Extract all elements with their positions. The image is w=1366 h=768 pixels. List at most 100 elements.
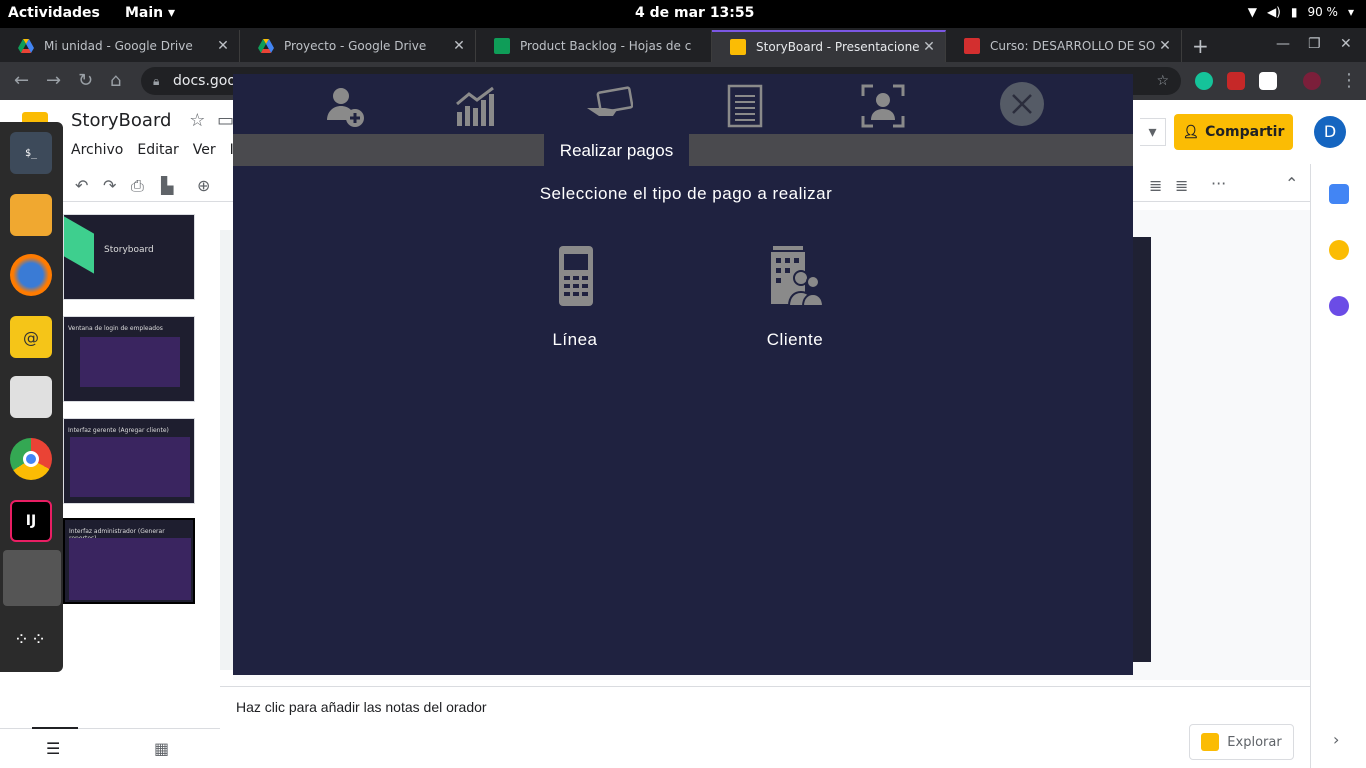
slide-thumbnail[interactable]: Interfaz gerente (Agregar cliente) (63, 418, 195, 504)
close-icon[interactable]: ✕ (919, 39, 939, 55)
share-button[interactable]: 👤︎ Compartir (1174, 114, 1293, 150)
google-drive-icon (258, 38, 274, 54)
tab-label: Proyecto - Google Drive (284, 39, 427, 53)
list-view-icon[interactable]: ☰ (46, 739, 60, 758)
software-store-icon[interactable] (10, 376, 52, 418)
explore-label: Explorar (1227, 734, 1282, 750)
chevron-down-icon: ▾ (168, 5, 176, 21)
show-apps-icon[interactable]: ⁘⁘ (10, 618, 52, 660)
new-tab-button[interactable]: + (1192, 34, 1209, 58)
forward-icon[interactable]: → (46, 70, 61, 91)
document-title-text: StoryBoard (71, 110, 172, 131)
close-window-icon[interactable]: ✕ (1340, 36, 1352, 52)
avatar[interactable]: D (1314, 116, 1346, 148)
star-icon[interactable]: ☆ (189, 110, 205, 131)
volume-icon: ◀) (1266, 5, 1281, 19)
app-menu[interactable]: Main ▾ (125, 5, 175, 21)
mobile-phone-icon (559, 246, 593, 306)
reload-icon[interactable]: ↻ (78, 70, 93, 91)
chevron-down-icon: ▾ (1347, 5, 1354, 19)
mail-icon[interactable]: @ (10, 316, 52, 358)
zoom-icon[interactable]: ⊕ (197, 176, 210, 195)
tab-product-backlog[interactable]: Product Backlog - Hojas de c (476, 30, 712, 62)
maximize-icon[interactable]: ❐ (1308, 36, 1321, 52)
grammarly-icon[interactable] (1195, 72, 1213, 90)
filmstrip-view-toggle: ☰ ▦ (0, 727, 220, 768)
cloud-extension-icon[interactable] (1259, 72, 1277, 90)
payment-option-cliente[interactable]: Cliente (735, 244, 855, 350)
activities-button[interactable]: Actividades (8, 5, 100, 21)
keep-icon[interactable] (1329, 240, 1349, 260)
speaker-notes[interactable]: Haz clic para añadir las notas del orado… (236, 699, 487, 715)
calendar-icon[interactable] (1329, 184, 1349, 204)
indent-increase-icon[interactable]: ≣ (1175, 176, 1188, 195)
google-sheets-icon (494, 38, 510, 54)
thumbnail-body (69, 538, 191, 600)
people-icon: 👤︎ (1182, 124, 1200, 140)
tab-label: Mi unidad - Google Drive (44, 39, 193, 53)
print-icon[interactable]: ⎙ (131, 176, 144, 196)
minimize-icon[interactable]: — (1276, 36, 1290, 52)
close-icon[interactable]: ✕ (1155, 38, 1175, 54)
more-horiz-icon[interactable]: ··· (1211, 174, 1226, 193)
profile-icon[interactable] (1303, 72, 1321, 90)
menu-archivo[interactable]: Archivo (71, 142, 123, 158)
slide-edge (1133, 237, 1151, 662)
payment-option-linea[interactable]: Línea (515, 244, 635, 350)
tab-realizar-pagos[interactable]: Realizar pagos (544, 134, 689, 166)
chrome-icon[interactable] (10, 438, 52, 480)
chart-growth-icon[interactable] (453, 82, 501, 130)
document-title[interactable]: StoryBoard ☆ ▭ (71, 110, 234, 131)
chevron-up-icon[interactable]: ⌃ (1285, 174, 1298, 193)
terminal-icon[interactable]: $_ (10, 132, 52, 174)
running-app-icon[interactable] (3, 550, 61, 606)
clock[interactable]: 4 de mar 13:55 (635, 5, 754, 21)
card-payment-icon[interactable] (585, 82, 633, 130)
receipt-icon[interactable] (721, 82, 769, 130)
close-button[interactable] (1000, 82, 1044, 126)
intellij-icon[interactable]: IJ (10, 500, 52, 542)
slide-thumbnail-selected[interactable]: Interfaz administrador (Generar reportes… (63, 518, 195, 604)
chevron-down-icon[interactable]: ▾ (1140, 118, 1166, 146)
folder-icon[interactable]: ▭ (217, 110, 234, 131)
notes-divider[interactable] (220, 686, 1310, 687)
paint-format-icon[interactable]: ▙ (161, 176, 173, 195)
menu-bar: Archivo Editar Ver In (71, 142, 243, 158)
tab-curso[interactable]: Curso: DESARROLLO DE SOF ✕ (946, 30, 1182, 62)
add-user-icon[interactable] (321, 82, 369, 130)
indent-decrease-icon[interactable]: ≣ (1149, 176, 1162, 195)
undo-icon[interactable]: ↶ (75, 176, 88, 195)
payments-screen: Realizar pagos Seleccione el tipo de pag… (233, 74, 1133, 675)
extension-icon[interactable] (1227, 72, 1245, 90)
menu-ver[interactable]: Ver (193, 142, 216, 158)
star-icon[interactable]: ☆ (1156, 67, 1169, 95)
more-vert-icon[interactable]: ⋮ (1340, 70, 1358, 91)
browser-tab-strip: Mi unidad - Google Drive ✕ Proyecto - Go… (0, 28, 1366, 62)
active-view-indicator (32, 727, 78, 729)
system-tray[interactable]: ▼ ◀) ▮ 90 % ▾ (1248, 5, 1354, 19)
files-icon[interactable] (10, 194, 52, 236)
tab-storyboard[interactable]: StoryBoard - Presentaciones ✕ (712, 30, 946, 62)
grid-view-icon[interactable]: ▦ (154, 739, 169, 758)
menu-editar[interactable]: Editar (137, 142, 178, 158)
home-icon[interactable]: ⌂ (110, 70, 121, 91)
redo-icon[interactable]: ↷ (103, 176, 116, 195)
back-icon[interactable]: ← (14, 70, 29, 91)
tab-proyecto[interactable]: Proyecto - Google Drive ✕ (240, 30, 476, 62)
close-icon[interactable]: ✕ (213, 38, 233, 54)
explore-button[interactable]: Explorar (1189, 724, 1294, 760)
side-panel: › (1310, 164, 1366, 768)
tab-mi-unidad[interactable]: Mi unidad - Google Drive ✕ (0, 30, 240, 62)
tab-label: Curso: DESARROLLO DE SOF (990, 39, 1155, 53)
thumbnail-title: Storyboard (104, 245, 154, 255)
slide-thumbnail[interactable]: Storyboard (63, 214, 195, 300)
option-label: Línea (552, 330, 598, 349)
url-text: docs.goo (173, 73, 236, 89)
chevron-right-icon[interactable]: › (1333, 730, 1339, 749)
user-scan-icon[interactable] (859, 82, 907, 130)
close-icon[interactable]: ✕ (449, 38, 469, 54)
tasks-icon[interactable] (1329, 296, 1349, 316)
slide-thumbnail[interactable]: Ventana de login de empleados (63, 316, 195, 402)
firefox-icon[interactable] (10, 254, 52, 296)
battery-level: 90 % (1307, 5, 1338, 19)
